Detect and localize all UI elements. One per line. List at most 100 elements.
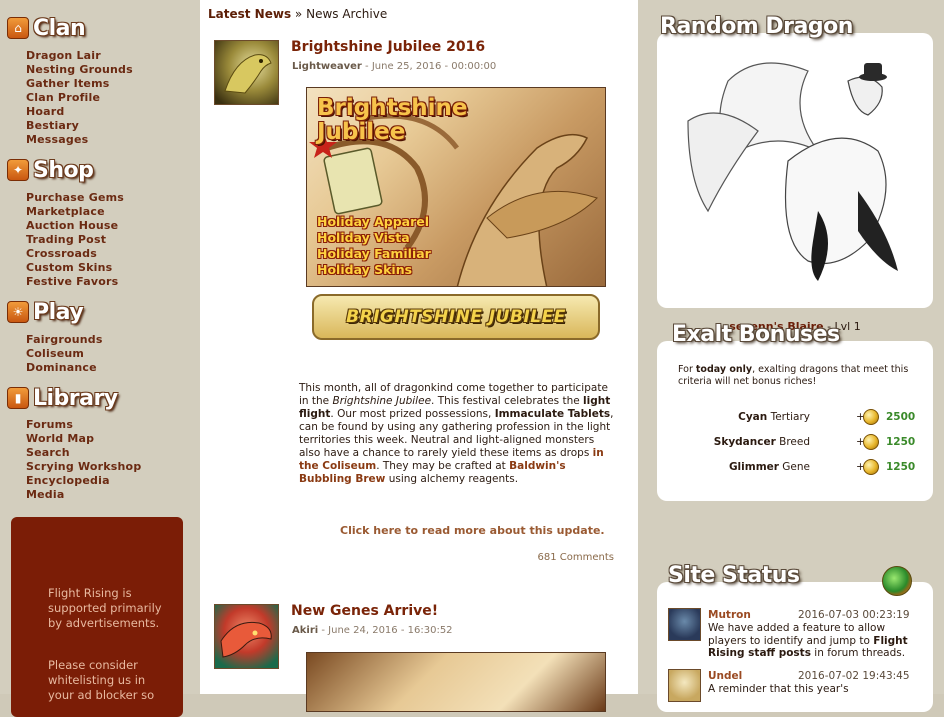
status-user-avatar[interactable] xyxy=(668,669,701,702)
intro-bold: today only xyxy=(695,364,753,375)
clan-title: Clan xyxy=(33,15,86,41)
nav-coliseum[interactable]: Coliseum xyxy=(26,347,103,361)
post-title[interactable]: New Genes Arrive! xyxy=(291,603,438,619)
random-dragon-image[interactable] xyxy=(668,41,922,291)
play-menu: Fairgrounds Coliseum Dominance xyxy=(26,333,103,375)
new-genes-banner-image[interactable] xyxy=(306,652,606,712)
nav-nesting-grounds[interactable]: Nesting Grounds xyxy=(26,63,133,77)
play-section-header[interactable]: ☀ Play xyxy=(7,297,84,327)
body-bold: Immaculate Tablets xyxy=(494,408,611,420)
nav-trading-post[interactable]: Trading Post xyxy=(26,233,124,247)
status-gem-icon[interactable] xyxy=(882,566,912,596)
criteria-name: Cyan xyxy=(738,411,768,423)
body-emphasis: Brightshine Jubilee xyxy=(332,395,432,407)
bonus-amount: 1250 xyxy=(886,436,916,448)
jubilee-logo-text: BRIGHTSHINE JUBILEE xyxy=(346,307,566,327)
criteria-type: Gene xyxy=(782,461,810,473)
library-title: Library xyxy=(33,385,118,411)
breadcrumb-latest-news[interactable]: Latest News xyxy=(208,7,291,21)
nav-gather-items[interactable]: Gather Items xyxy=(26,77,133,91)
read-more-link[interactable]: Click here to read more about this updat… xyxy=(340,524,605,537)
status-username[interactable]: Mutron xyxy=(708,609,751,621)
body-text: . This festival celebrates the xyxy=(431,395,584,407)
banner-item: Holiday Apparel xyxy=(317,214,430,229)
nav-clan-profile[interactable]: Clan Profile xyxy=(26,91,133,105)
status-user-avatar[interactable] xyxy=(668,608,701,641)
post-date: June 25, 2016 - 00:00:00 xyxy=(371,61,497,72)
breadcrumb-current: News Archive xyxy=(306,7,388,21)
nav-hoard[interactable]: Hoard xyxy=(26,105,133,119)
bonus-criteria: Cyan Tertiary xyxy=(738,411,810,423)
status-timestamp: 2016-07-02 19:43:45 xyxy=(798,670,910,682)
shop-bag-icon: ✦ xyxy=(7,159,29,181)
ad-whitelist-text: Please consider whitelisting us in your … xyxy=(48,658,155,702)
nav-marketplace[interactable]: Marketplace xyxy=(26,205,124,219)
post-author-avatar[interactable] xyxy=(214,604,279,669)
post-title[interactable]: Brightshine Jubilee 2016 xyxy=(291,39,485,55)
nav-custom-skins[interactable]: Custom Skins xyxy=(26,261,124,275)
nav-purchase-gems[interactable]: Purchase Gems xyxy=(26,191,124,205)
bonus-row: Cyan Tertiary + 2500 xyxy=(638,409,944,427)
meta-separator: - xyxy=(365,61,372,72)
site-status-title: Site Status xyxy=(668,563,800,588)
clan-section-header[interactable]: ⌂ Clan xyxy=(7,13,86,43)
nav-festive-favors[interactable]: Festive Favors xyxy=(26,275,124,289)
bonus-row: Skydancer Breed + 1250 xyxy=(638,434,944,452)
nav-forums[interactable]: Forums xyxy=(26,418,141,432)
nav-encyclopedia[interactable]: Encyclopedia xyxy=(26,474,141,488)
criteria-name: Skydancer xyxy=(713,436,776,448)
body-text: . Our most prized possessions, xyxy=(330,408,495,420)
bonus-row: Glimmer Gene + 1250 xyxy=(638,459,944,477)
nav-search[interactable]: Search xyxy=(26,446,141,460)
nav-crossroads[interactable]: Crossroads xyxy=(26,247,124,261)
nav-bestiary[interactable]: Bestiary xyxy=(26,119,133,133)
nav-dragon-lair[interactable]: Dragon Lair xyxy=(26,49,133,63)
bonus-criteria: Glimmer Gene xyxy=(729,461,810,473)
intro-text: For xyxy=(678,364,696,375)
library-menu: Forums World Map Search Scrying Workshop… xyxy=(26,418,141,502)
post-author[interactable]: Lightweaver xyxy=(292,61,362,72)
shop-section-header[interactable]: ✦ Shop xyxy=(7,155,94,185)
body-text: using alchemy reagents. xyxy=(385,473,519,485)
jubilee-logo: BRIGHTSHINE JUBILEE xyxy=(312,294,600,340)
nav-messages[interactable]: Messages xyxy=(26,133,133,147)
status-text: A reminder that this year's xyxy=(708,683,849,695)
nav-scrying-workshop[interactable]: Scrying Workshop xyxy=(26,460,141,474)
criteria-name: Glimmer xyxy=(728,461,779,473)
nav-dominance[interactable]: Dominance xyxy=(26,361,103,375)
banner-title: Brightshine Jubilee xyxy=(317,95,468,145)
book-icon: ▮ xyxy=(7,387,29,409)
post-meta: Lightweaver - June 25, 2016 - 00:00:00 xyxy=(292,61,496,72)
post-meta: Akiri - June 24, 2016 - 16:30:52 xyxy=(292,625,453,636)
clan-menu: Dragon Lair Nesting Grounds Gather Items… xyxy=(26,49,133,147)
banner-item: Holiday Vista xyxy=(317,230,410,245)
comments-link[interactable]: 681 Comments xyxy=(538,552,614,563)
post-author-avatar[interactable] xyxy=(214,40,279,105)
status-text: in forum threads. xyxy=(810,647,906,659)
post-author[interactable]: Akiri xyxy=(292,625,318,636)
shop-menu: Purchase Gems Marketplace Auction House … xyxy=(26,191,124,289)
home-icon: ⌂ xyxy=(7,17,29,39)
exalt-bonuses-title: Exalt Bonuses xyxy=(672,322,840,347)
nav-world-map[interactable]: World Map xyxy=(26,432,141,446)
news-archive-main: Latest News » News Archive Brightshine J… xyxy=(200,0,638,712)
bonus-amount: 1250 xyxy=(886,461,916,473)
post-body: This month, all of dragonkind come toget… xyxy=(299,382,617,486)
left-sidebar: ⌂ Clan Dragon Lair Nesting Grounds Gathe… xyxy=(0,0,200,717)
right-sidebar: sevenn's Blaire - Lvl 1 Random Dragon Ex… xyxy=(638,0,944,712)
library-section-header[interactable]: ▮ Library xyxy=(7,383,118,413)
status-message: We have added a feature to allow players… xyxy=(708,622,908,660)
nav-media[interactable]: Media xyxy=(26,488,141,502)
nav-fairgrounds[interactable]: Fairgrounds xyxy=(26,333,103,347)
ad-notice-text: Flight Rising is supported primarily by … xyxy=(48,586,162,630)
body-text: . They may be crafted at xyxy=(376,460,510,472)
random-dragon-panel: sevenn's Blaire - Lvl 1 xyxy=(657,33,933,333)
status-timestamp: 2016-07-03 00:23:19 xyxy=(798,609,910,621)
status-username[interactable]: Undel xyxy=(708,670,742,682)
shop-title: Shop xyxy=(33,157,94,183)
random-dragon-title: Random Dragon xyxy=(660,14,853,39)
nav-auction-house[interactable]: Auction House xyxy=(26,219,124,233)
jubilee-banner-image[interactable]: Brightshine Jubilee Holiday Apparel Holi… xyxy=(306,87,606,287)
play-title: Play xyxy=(33,299,84,325)
status-text: We have added a feature to allow players… xyxy=(708,622,886,647)
